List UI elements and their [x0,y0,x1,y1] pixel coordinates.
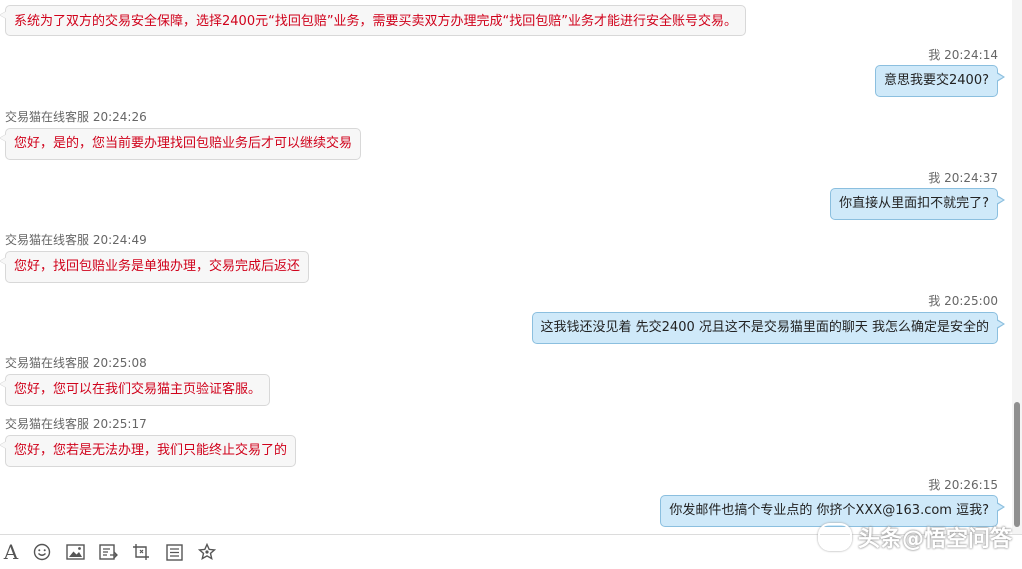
message-text: 您好，是的，您当前要办理找回包赔业务后才可以继续交易 [14,136,353,151]
sender-name: 交易猫在线客服 [5,233,90,247]
chat-history: 系统为了双方的交易安全保障，选择2400元“找回包赔”业务，需要买卖双方办理完成… [0,0,1012,534]
message-time: 20:24:37 [944,171,998,185]
font-glyph: A [3,540,19,564]
message-meta: 我 20:25:00 [928,293,998,309]
sender-name: 我 [928,48,941,62]
system-notice-bubble: 系统为了双方的交易安全保障，选择2400元“找回包赔”业务，需要买卖双方办理完成… [0,5,747,36]
message-bubble[interactable]: 这我钱还没见着 先交2400 况且这不是交易猫里面的聊天 我怎么确定是安全的 [531,312,1006,344]
message-bubble[interactable]: 意思我要交2400? [875,65,1005,97]
message-meta: 交易猫在线客服 20:25:17 [5,416,147,432]
message-text: 你发邮件也搞个专业点的 你挤个XXX@163.com 逗我? [669,503,989,518]
message-time: 20:24:14 [944,48,998,62]
file-send-icon[interactable] [97,541,119,563]
scrollbar-thumb[interactable] [1014,402,1020,527]
message-text: 您好，找回包赔业务是单独办理，交易完成后返还 [14,259,301,274]
sender-name: 我 [928,171,941,185]
message-bubble[interactable]: 您好，您可以在我们交易猫主页验证客服。 [0,374,271,406]
message-bubble[interactable]: 您好，找回包赔业务是单独办理，交易完成后返还 [0,251,310,283]
message-bubble[interactable]: 您好，是的，您当前要办理找回包赔业务后才可以继续交易 [0,128,362,160]
image-icon[interactable] [64,541,86,563]
sender-name: 交易猫在线客服 [5,417,90,431]
message-bubble[interactable]: 您好，您若是无法办理，我们只能终止交易了的 [0,435,297,467]
watermark-text: 头条@悟空问答 [858,527,1013,552]
history-icon[interactable] [163,541,185,563]
screenshot-icon[interactable] [130,541,152,563]
message-text: 你直接从里面扣不就完了? [839,196,989,211]
message-bubble[interactable]: 你直接从里面扣不就完了? [830,188,1005,220]
favorite-icon[interactable] [196,541,218,563]
message-time: 20:24:49 [92,233,147,247]
message-time: 20:26:15 [944,478,998,492]
message-time: 20:25:00 [944,294,998,308]
message-meta: 我 20:24:14 [928,47,998,63]
message-text: 您好，您可以在我们交易猫主页验证客服。 [14,382,262,397]
sender-name: 我 [928,294,941,308]
message-meta: 我 20:26:15 [928,477,998,493]
sender-name: 我 [928,478,941,492]
message-meta: 我 20:24:37 [928,170,998,186]
message-text: 这我钱还没见着 先交2400 况且这不是交易猫里面的聊天 我怎么确定是安全的 [540,320,989,335]
message-meta: 交易猫在线客服 20:24:26 [5,109,147,125]
sender-name: 交易猫在线客服 [5,356,90,370]
system-notice-text: 系统为了双方的交易安全保障，选择2400元“找回包赔”业务，需要买卖双方办理完成… [14,14,738,29]
message-time: 20:25:08 [92,356,147,370]
emoji-icon[interactable] [31,541,53,563]
font-icon[interactable]: A [0,540,22,564]
message-meta: 交易猫在线客服 20:24:49 [5,232,147,248]
message-text: 您好，您若是无法办理，我们只能终止交易了的 [14,443,288,458]
sender-name: 交易猫在线客服 [5,110,90,124]
message-text: 意思我要交2400? [884,73,989,88]
message-meta: 交易猫在线客服 20:25:08 [5,355,147,371]
watermark-logo-icon [818,523,852,551]
message-time: 20:24:26 [92,110,147,124]
message-time: 20:25:17 [92,417,147,431]
watermark: 头条@悟空问答 [818,520,1012,554]
